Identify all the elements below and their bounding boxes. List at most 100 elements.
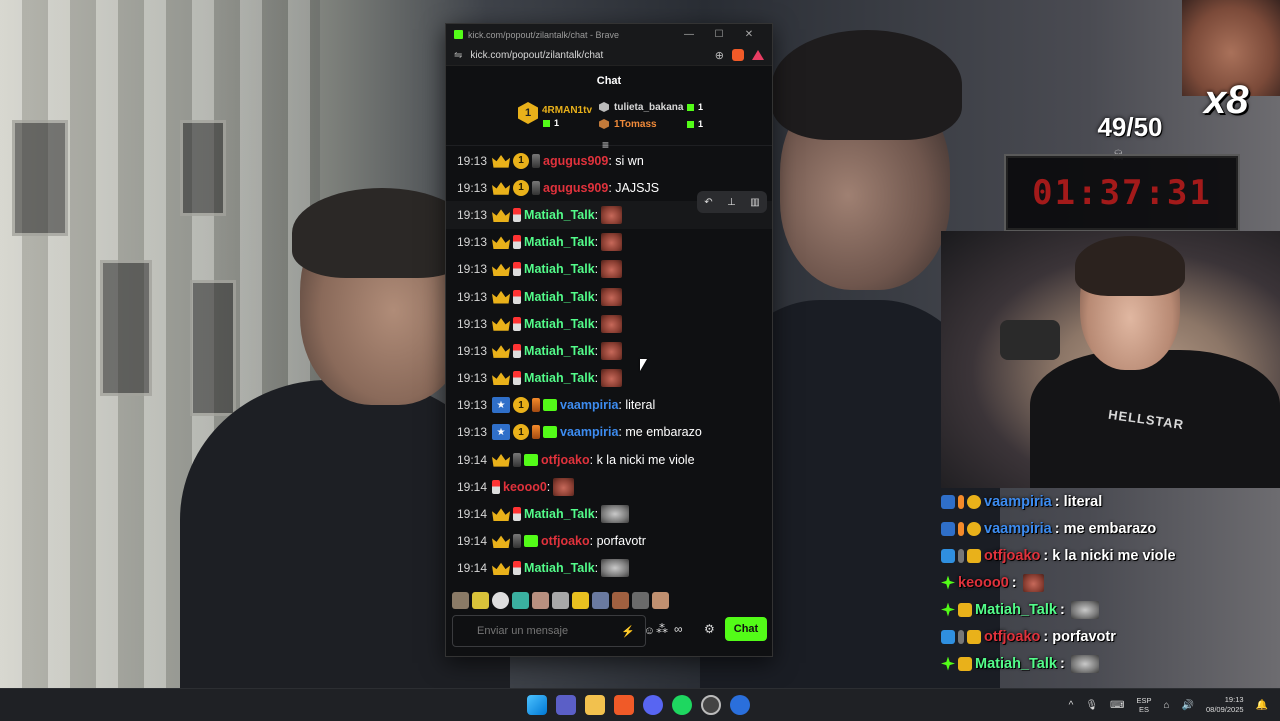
message-username[interactable]: Matiah_Talk	[524, 344, 595, 358]
emote-image[interactable]	[601, 559, 630, 578]
translate-icon[interactable]: ⚡	[621, 625, 635, 638]
message-username[interactable]: Matiah_Talk	[524, 235, 595, 249]
message-username[interactable]: Matiah_Talk	[524, 208, 595, 222]
chat-message[interactable]: 19:14 Matiah_Talk:	[446, 555, 772, 582]
tray-chevron-icon[interactable]: ^	[1069, 700, 1074, 711]
chat-message[interactable]: 19:14 keooo0:	[446, 473, 772, 500]
start-icon[interactable]	[527, 695, 547, 715]
emote-image[interactable]	[601, 341, 623, 360]
chat-message[interactable]: 19:14 otfjoako: porfavotr	[446, 528, 772, 555]
clock-time: 19:13	[1224, 695, 1244, 704]
url-text[interactable]: kick.com/popout/zilantalk/chat	[470, 50, 714, 61]
infinity-icon[interactable]: ∞	[674, 622, 683, 636]
chat-message[interactable]: 19:14 Matiah_Talk:	[446, 500, 772, 527]
pin-icon[interactable]: ⊥	[727, 197, 736, 208]
emote-button[interactable]	[512, 591, 529, 609]
delete-icon[interactable]: ▥	[750, 197, 759, 208]
spotify-icon[interactable]	[672, 695, 692, 715]
keyboard-icon[interactable]: ⌨	[1110, 700, 1124, 711]
chat-message[interactable]: 19:13 Matiah_Talk:	[446, 337, 772, 364]
discord-icon[interactable]	[643, 695, 663, 715]
emote-image[interactable]	[601, 205, 623, 224]
send-chat-button[interactable]: Chat	[725, 617, 767, 641]
chat-message-list[interactable]: 19:13 1 agugus909: si wn 19:13 1 agugus909: J…	[446, 147, 772, 587]
minimize-button[interactable]: —	[674, 29, 704, 40]
reply-icon[interactable]: ↶	[704, 197, 712, 208]
chat-message[interactable]: 19:14 otfjoako: k la nicki me viole	[446, 446, 772, 473]
emote-button[interactable]	[472, 591, 489, 609]
address-bar[interactable]: ⇋ kick.com/popout/zilantalk/chat ⊕	[446, 45, 772, 66]
chat-message[interactable]: 19:13 ★ 1 vaampiria: me embarazo	[446, 419, 772, 446]
chat-popout-window[interactable]: kick.com/popout/zilantalk/chat - Brave —…	[445, 23, 773, 657]
microphone-tray-icon[interactable]: 🎙	[1085, 700, 1098, 711]
message-username[interactable]: keooo0	[503, 480, 547, 494]
close-button[interactable]: ✕	[734, 29, 764, 40]
leader-third-name[interactable]: 1Tomass	[614, 119, 657, 130]
app-icon[interactable]	[730, 695, 750, 715]
crown-badge-icon	[958, 602, 972, 617]
maximize-button[interactable]: ☐	[704, 29, 734, 40]
message-username[interactable]: Matiah_Talk	[524, 290, 595, 304]
emote-button[interactable]	[652, 591, 669, 609]
emote-image[interactable]	[601, 314, 623, 333]
emote-button[interactable]	[552, 591, 569, 609]
language-indicator[interactable]: ESP ES	[1136, 696, 1151, 714]
message-input-box[interactable]: ⚡ ☺	[452, 615, 655, 647]
leader-second-name[interactable]: tulieta_bakana	[614, 102, 683, 113]
chat-message[interactable]: 19:13 Matiah_Talk:	[446, 365, 772, 392]
message-username[interactable]: agugus909	[543, 154, 608, 168]
emote-button[interactable]	[572, 591, 589, 609]
message-username[interactable]: Matiah_Talk	[524, 371, 595, 385]
message-username[interactable]: vaampiria	[560, 398, 618, 412]
emote-button[interactable]	[492, 591, 509, 609]
emote-image[interactable]	[601, 369, 623, 388]
emote-image[interactable]	[601, 233, 623, 252]
chat-message[interactable]: 19:13 Matiah_Talk:	[446, 229, 772, 256]
site-settings-icon[interactable]: ⇋	[454, 50, 462, 61]
network-icon[interactable]: ⌂	[1164, 700, 1170, 711]
obs-icon[interactable]	[701, 695, 721, 715]
chat-message[interactable]: 19:13 1 agugus909: si wn	[446, 147, 772, 174]
chat-message[interactable]: 19:13 Matiah_Talk:	[446, 310, 772, 337]
message-username[interactable]: Matiah_Talk	[524, 507, 595, 521]
emote-image[interactable]	[553, 477, 575, 496]
brave-shields-icon[interactable]	[732, 49, 744, 61]
chat-message[interactable]: 19:13 Matiah_Talk:	[446, 256, 772, 283]
message-actions[interactable]: ↶ ⊥ ▥	[697, 191, 767, 213]
message-username[interactable]: agugus909	[543, 181, 608, 195]
message-username[interactable]: otfjoako	[541, 534, 590, 548]
gift-icon	[687, 104, 694, 111]
overlay-username: vaampiria	[984, 493, 1052, 510]
volume-icon[interactable]: 🔊	[1182, 700, 1194, 711]
emote-button[interactable]	[632, 591, 649, 609]
quick-emote-bar[interactable]	[452, 590, 669, 610]
emote-button[interactable]	[452, 591, 469, 609]
brave-icon[interactable]	[614, 695, 634, 715]
brave-rewards-icon[interactable]	[752, 50, 764, 60]
settings-gear-icon[interactable]: ⚙	[704, 622, 715, 636]
message-username[interactable]: Matiah_Talk	[524, 317, 595, 331]
message-username[interactable]: otfjoako	[541, 453, 590, 467]
meet-icon[interactable]	[556, 695, 576, 715]
message-input[interactable]	[475, 624, 621, 638]
emote-button[interactable]	[592, 591, 609, 609]
emote-image[interactable]	[601, 505, 630, 524]
leader-first-name[interactable]: 4RMAN1tv	[542, 105, 592, 116]
emote-button[interactable]	[532, 591, 549, 609]
points-icon[interactable]: ⁂	[656, 622, 668, 636]
message-username[interactable]: Matiah_Talk	[524, 561, 595, 575]
notification-bell-icon[interactable]: 🔔	[1256, 700, 1268, 711]
zoom-icon[interactable]: ⊕	[715, 49, 724, 62]
file-explorer-icon[interactable]	[585, 695, 605, 715]
crown-badge-icon	[967, 548, 981, 563]
chat-message[interactable]: 19:13 ★ 1 vaampiria: literal	[446, 392, 772, 419]
emoji-icon[interactable]: ☺	[644, 625, 655, 637]
clock[interactable]: 19:13 08/09/2025	[1206, 695, 1244, 715]
chat-message[interactable]: 19:13 Matiah_Talk:	[446, 283, 772, 310]
emote-image[interactable]	[601, 287, 623, 306]
message-username[interactable]: Matiah_Talk	[524, 262, 595, 276]
emote-button[interactable]	[612, 591, 629, 609]
title-bar[interactable]: kick.com/popout/zilantalk/chat - Brave —…	[446, 24, 772, 45]
emote-image[interactable]	[601, 260, 623, 279]
message-username[interactable]: vaampiria	[560, 425, 618, 439]
